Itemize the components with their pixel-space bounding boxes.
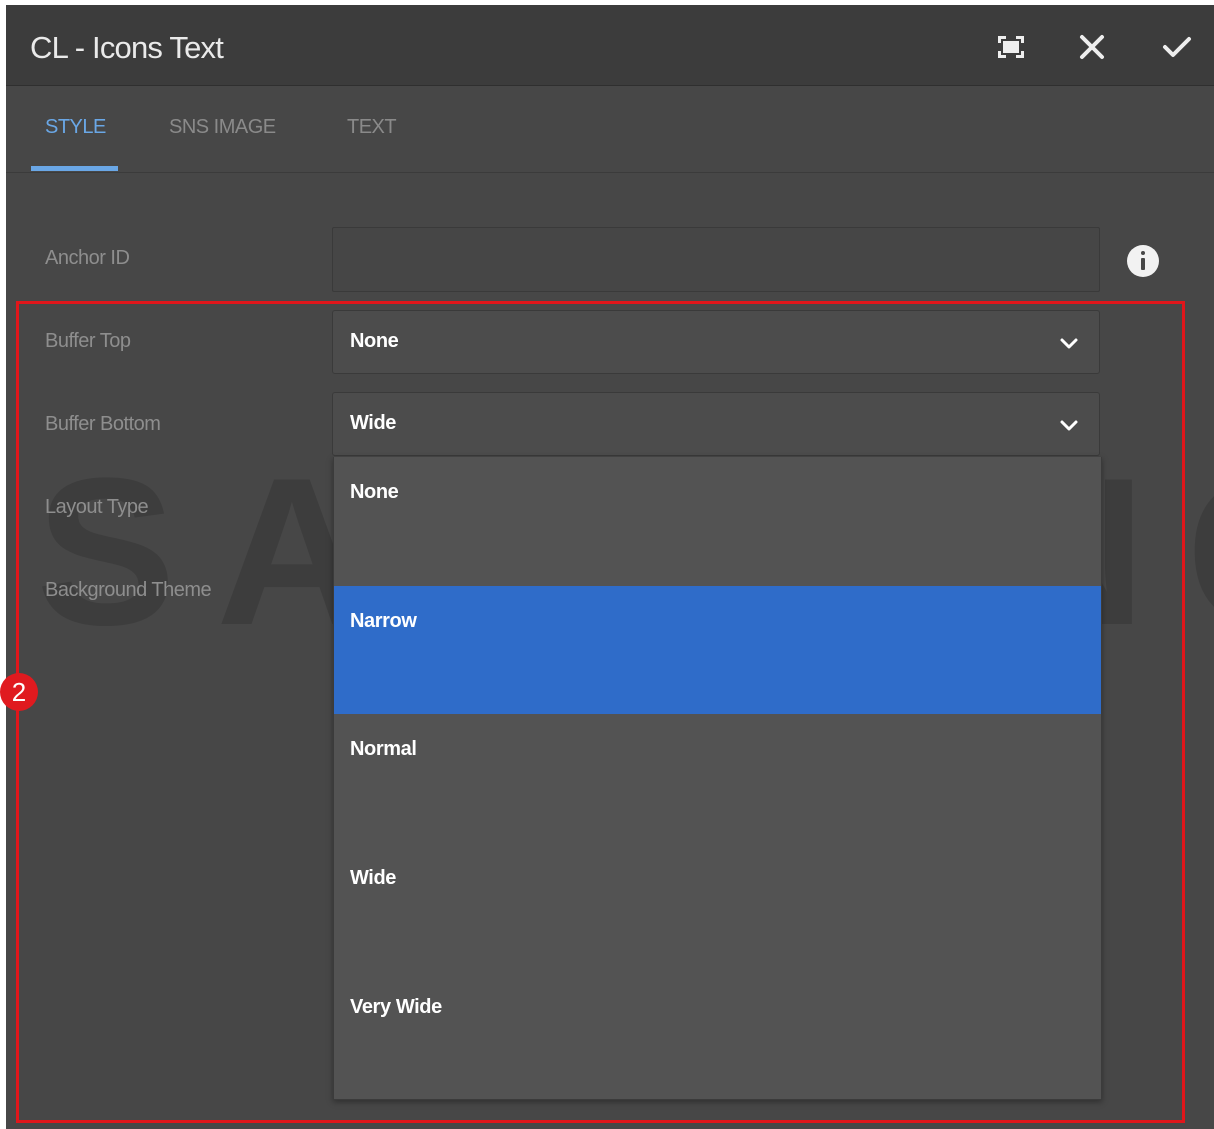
fullscreen-button[interactable]: [991, 27, 1031, 67]
tab-text[interactable]: TEXT: [347, 116, 397, 139]
done-button[interactable]: [1157, 27, 1197, 67]
anchor-id-input[interactable]: [332, 227, 1100, 292]
annotation-badge: 2: [0, 673, 38, 711]
tab-sns-image[interactable]: SNS IMAGE: [169, 116, 276, 139]
close-button[interactable]: [1072, 27, 1112, 67]
dialog-title: CL - Icons Text: [30, 30, 224, 65]
close-icon: [1080, 35, 1104, 59]
fullscreen-icon: [998, 36, 1024, 58]
dialog-header: CL - Icons Text: [6, 5, 1214, 86]
anchor-id-label: Anchor ID: [45, 247, 130, 269]
active-tab-indicator: [31, 166, 118, 171]
tab-bar: STYLE SNS IMAGE TEXT: [6, 86, 1214, 173]
tab-style[interactable]: STYLE: [45, 116, 106, 139]
check-icon: [1163, 37, 1191, 57]
annotation-highlight-box: [16, 301, 1185, 1123]
info-icon[interactable]: [1127, 245, 1159, 277]
